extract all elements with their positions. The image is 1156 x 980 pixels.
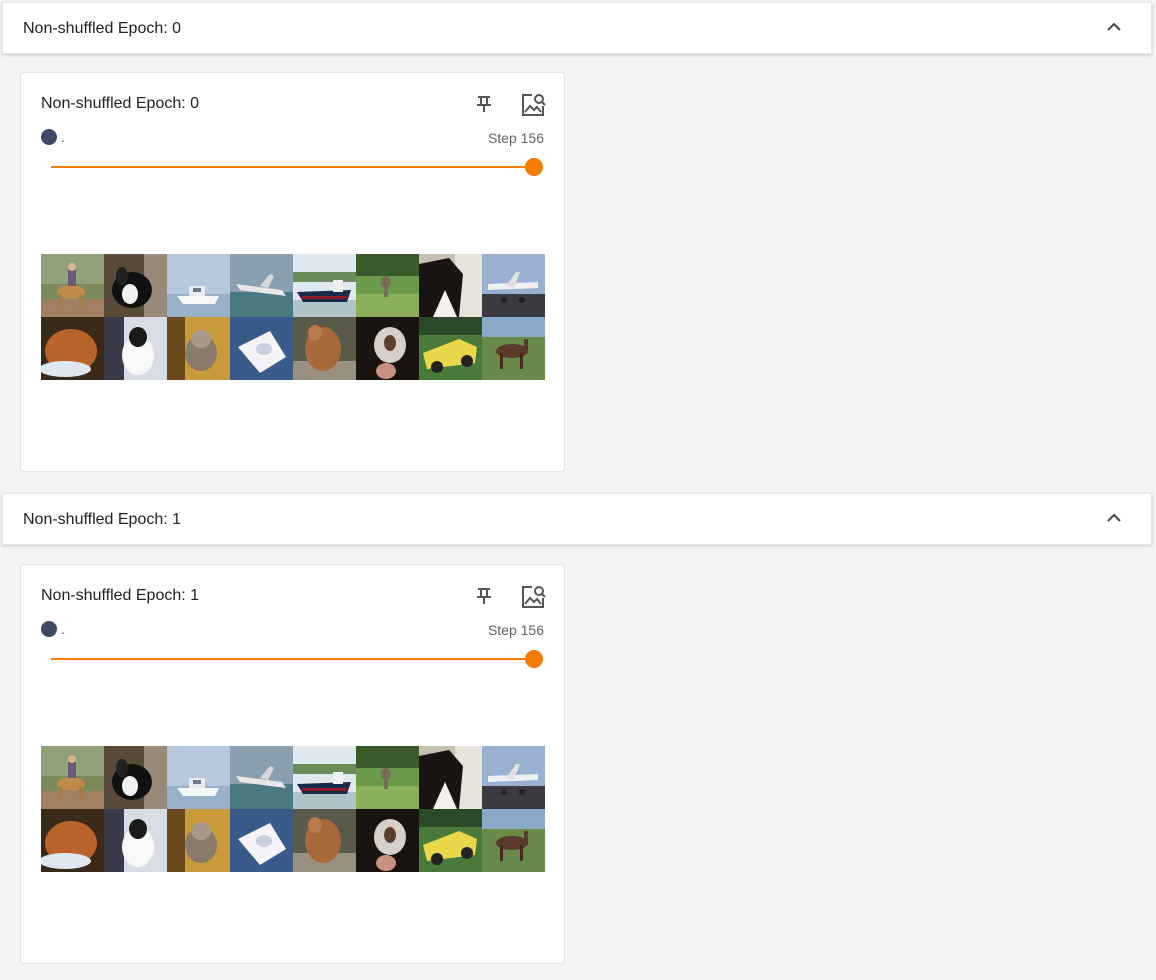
image-thumbnail-cat [41, 809, 104, 872]
slider-fill [51, 658, 534, 660]
image-thumbnail-airplane [230, 746, 293, 809]
step-label-text: Step [487, 622, 517, 638]
image-thumbnail-boat [230, 317, 293, 380]
image-thumbnail-airplane [482, 746, 545, 809]
image-thumbnail-cat [41, 317, 104, 380]
image-thumbnail-dog [293, 317, 356, 380]
pin-icon [477, 588, 491, 604]
image-thumbnail-deer [356, 254, 419, 317]
image-grid[interactable] [41, 254, 545, 380]
step-slider[interactable] [51, 649, 543, 669]
pin-button[interactable] [473, 93, 495, 115]
image-thumbnail-boat [230, 809, 293, 872]
image-search-icon [522, 94, 546, 116]
image-thumbnail-dog [356, 317, 419, 380]
image-thumbnail-horse [419, 746, 482, 809]
step-label: Step 156 [488, 622, 544, 638]
collapse-button[interactable] [1101, 14, 1127, 40]
slider-thumb[interactable] [525, 158, 543, 176]
run-name: . [61, 621, 65, 637]
step-slider[interactable] [51, 157, 543, 177]
collapse-button[interactable] [1101, 505, 1127, 531]
step-label: Step 156 [488, 130, 544, 146]
image-thumbnail-airplane [482, 254, 545, 317]
image-group-epoch-0: Non-shuffled Epoch: 0 [2, 2, 1152, 54]
chevron-up-icon [1107, 513, 1121, 522]
image-search-button[interactable] [519, 91, 547, 119]
slider-fill [51, 166, 534, 168]
image-thumbnail-horse [419, 254, 482, 317]
pin-icon [477, 96, 491, 112]
image-thumbnail-airplane [230, 254, 293, 317]
group-header[interactable]: Non-shuffled Epoch: 0 [2, 2, 1152, 54]
group-title: Non-shuffled Epoch: 0 [23, 20, 182, 37]
image-thumbnail-horse [482, 809, 545, 872]
chevron-up-icon [1107, 22, 1121, 31]
step-value: 156 [520, 622, 544, 638]
image-thumbnail-deer [356, 746, 419, 809]
slider-thumb[interactable] [525, 650, 543, 668]
card-title: Non-shuffled Epoch: 0 [41, 95, 200, 112]
image-thumbnail-ship [293, 746, 356, 809]
image-thumbnail-dog [104, 809, 167, 872]
group-title: Non-shuffled Epoch: 1 [23, 511, 182, 528]
image-thumbnail-horse-rider [41, 746, 104, 809]
image-thumbnail-car [419, 317, 482, 380]
image-thumbnail-ship [293, 254, 356, 317]
image-thumbnail-dog [104, 254, 167, 317]
card-title: Non-shuffled Epoch: 1 [41, 587, 200, 604]
image-thumbnail-boat [167, 746, 230, 809]
pin-button[interactable] [473, 585, 495, 607]
image-thumbnail-horse-rider [41, 254, 104, 317]
image-card-epoch-0: Non-shuffled Epoch: 0 . Step 156 [20, 72, 565, 472]
image-group-epoch-1: Non-shuffled Epoch: 1 [2, 493, 1152, 545]
image-grid[interactable] [41, 746, 545, 872]
image-thumbnail-horse [482, 317, 545, 380]
image-thumbnail-dog [356, 809, 419, 872]
image-thumbnail-boat [167, 254, 230, 317]
run-color-dot [41, 129, 57, 145]
step-value: 156 [520, 130, 544, 146]
run-color-dot [41, 621, 57, 637]
image-thumbnail-dog [104, 746, 167, 809]
image-thumbnail-cat [167, 809, 230, 872]
image-card-epoch-1: Non-shuffled Epoch: 1 . Step 156 [20, 564, 565, 964]
image-search-icon [522, 586, 546, 608]
image-search-button[interactable] [519, 583, 547, 611]
image-thumbnail-cat [167, 317, 230, 380]
step-label-text: Step [487, 130, 517, 146]
image-thumbnail-dog [293, 809, 356, 872]
group-header[interactable]: Non-shuffled Epoch: 1 [2, 493, 1152, 545]
run-name: . [61, 129, 65, 145]
image-thumbnail-car [419, 809, 482, 872]
image-thumbnail-dog [104, 317, 167, 380]
